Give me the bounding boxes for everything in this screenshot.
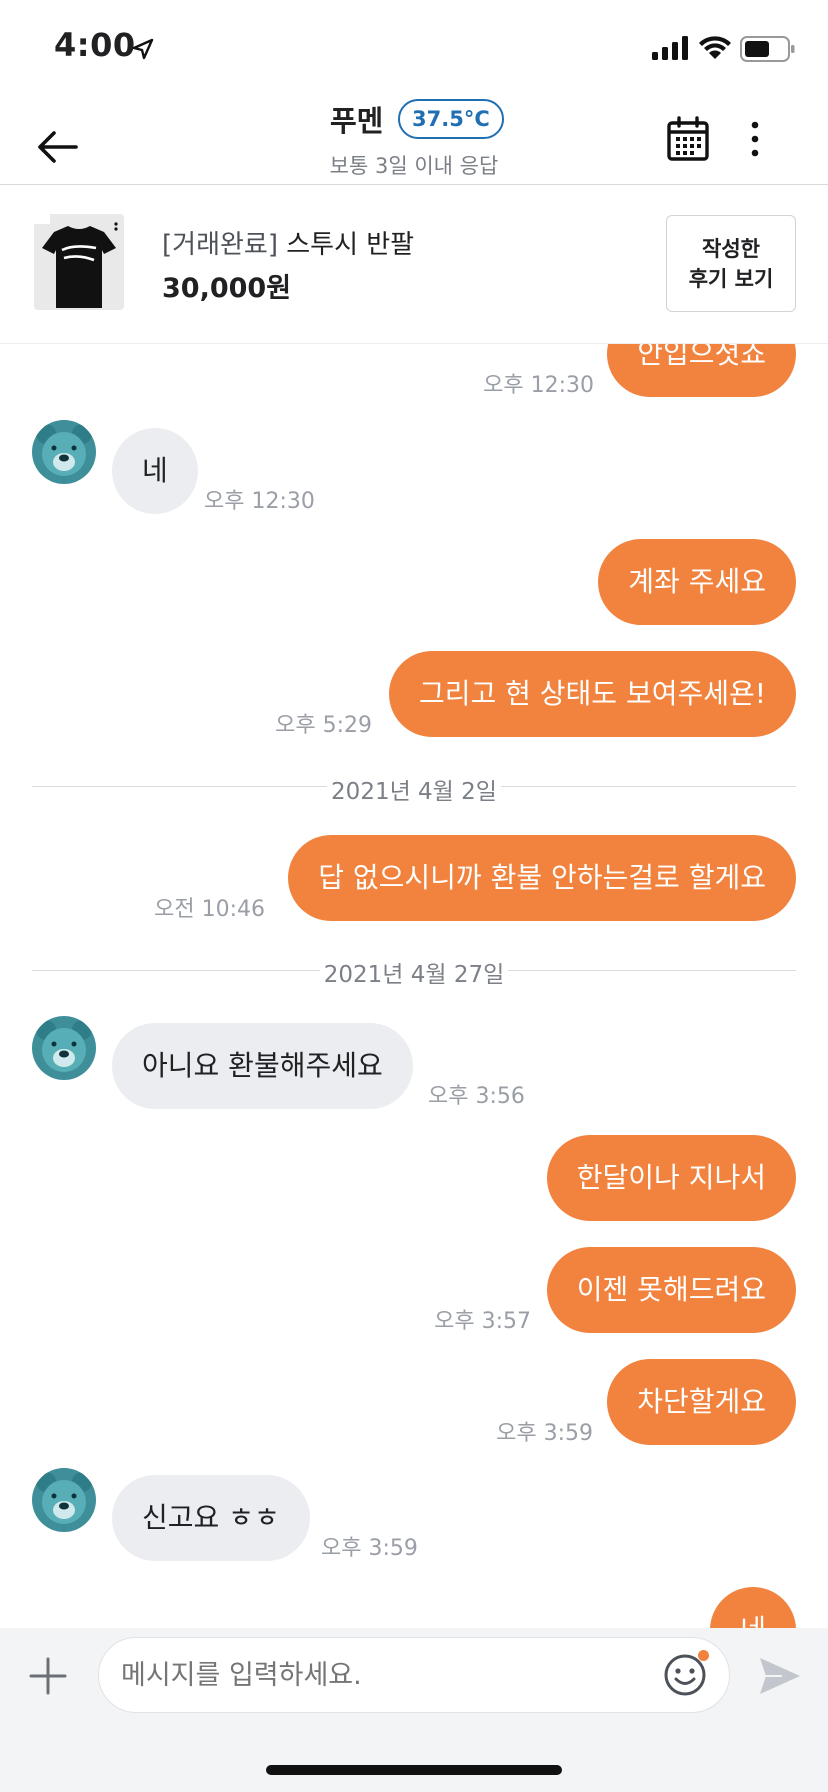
trade-status-label: [거래완료]: [162, 230, 278, 260]
product-price: 30,000원: [162, 273, 292, 304]
message-time: 오후 3:56: [428, 1084, 525, 1109]
message-bubble-partner[interactable]: 네: [112, 428, 198, 514]
location-arrow-icon: [132, 38, 154, 60]
message-time: 오후 12:30: [204, 489, 315, 514]
send-icon[interactable]: [756, 1652, 804, 1700]
partner-nickname[interactable]: 푸멘: [330, 98, 383, 140]
review-button-line2: 후기 보기: [688, 266, 774, 291]
review-button-line1: 작성한: [702, 236, 760, 261]
message-bubble-partner[interactable]: 아니요 환불해주세요: [112, 1023, 413, 1109]
message-bubble-mine[interactable]: 안입으셧죠: [607, 343, 796, 397]
new-emoji-dot: [698, 1650, 709, 1661]
status-time: 4:00: [54, 26, 136, 64]
teddy-bear-avatar-icon: [32, 1468, 96, 1532]
message-bubble-mine[interactable]: 계좌 주세요: [598, 539, 796, 625]
date-label: 2021년 4월 27일: [319, 962, 509, 988]
product-title: 스투시 반팔: [286, 230, 415, 260]
cellular-signal-icon: [652, 36, 688, 60]
message-bubble-mine[interactable]: 차단할게요: [607, 1359, 796, 1445]
manner-temperature-badge: 37.5°C: [398, 99, 504, 139]
partner-avatar[interactable]: [32, 1468, 96, 1532]
chat-message-list[interactable]: 안입으셧죠 오후 12:30 네 오후 12:30 계좌 주세요 그리고 현 상…: [0, 343, 828, 1628]
date-label: 2021년 4월 2일: [327, 779, 501, 805]
product-thumbnail[interactable]: [34, 214, 124, 310]
view-written-review-button[interactable]: 작성한 후기 보기: [666, 215, 796, 312]
wifi-icon: [699, 36, 731, 59]
message-bubble-mine[interactable]: 그리고 현 상태도 보여주세욘!: [388, 651, 796, 737]
calendar-icon[interactable]: [666, 116, 710, 162]
product-title-line: [거래완료] 스투시 반팔: [162, 224, 414, 261]
battery-icon: [740, 36, 795, 62]
more-options-icon[interactable]: [740, 118, 770, 160]
partner-avatar[interactable]: [32, 1016, 96, 1080]
message-time: 오후 3:57: [434, 1309, 531, 1334]
message-input[interactable]: [98, 1637, 730, 1713]
message-bubble-mine[interactable]: 한달이나 지나서: [546, 1135, 796, 1221]
teddy-bear-avatar-icon: [32, 420, 96, 484]
message-bubble-partner[interactable]: 신고요 ㅎㅎ: [112, 1475, 310, 1561]
teddy-bear-avatar-icon: [32, 1016, 96, 1080]
date-divider: 2021년 4월 27일: [0, 955, 828, 989]
tshirt-image-icon: [34, 214, 124, 310]
plus-icon[interactable]: [28, 1656, 68, 1696]
message-time: 오후 3:59: [321, 1536, 418, 1561]
message-bubble-mine[interactable]: 답 없으시니까 환불 안하는걸로 할게요: [288, 835, 796, 921]
home-indicator: [266, 1765, 562, 1775]
partner-avatar[interactable]: [32, 420, 96, 484]
message-time: 오후 12:30: [483, 373, 594, 398]
message-time: 오전 10:46: [154, 897, 265, 922]
date-divider: 2021년 4월 2일: [0, 772, 828, 806]
message-time: 오후 5:29: [275, 713, 372, 738]
message-time: 오후 3:59: [496, 1421, 593, 1446]
message-bubble-mine[interactable]: 이젠 못해드려요: [546, 1247, 796, 1333]
message-bubble-mine[interactable]: 네: [710, 1587, 796, 1628]
